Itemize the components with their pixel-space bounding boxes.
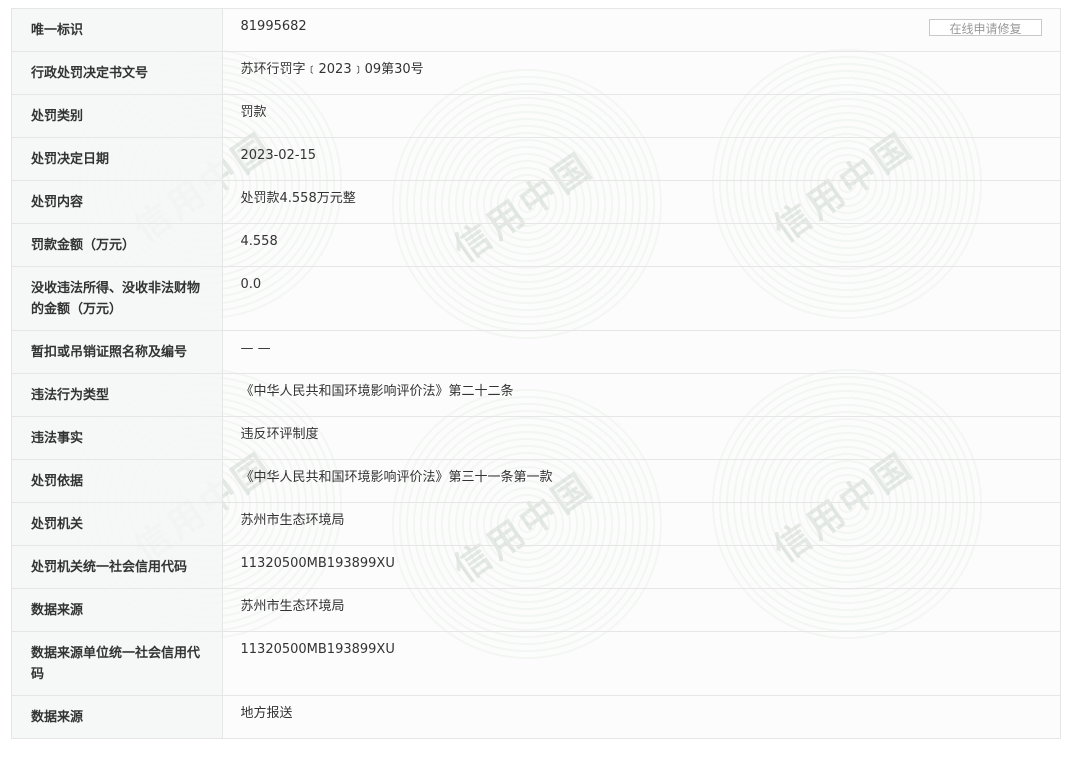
table-row: 处罚机关统一社会信用代码 11320500MB193899XU: [12, 545, 1060, 589]
row-label: 唯一标识: [12, 9, 223, 52]
row-value: — —: [222, 330, 1060, 374]
row-label: 数据来源: [12, 588, 223, 632]
row-label: 违法事实: [12, 416, 223, 460]
row-value: 苏州市生态环境局: [222, 502, 1060, 546]
row-label: 数据来源单位统一社会信用代码: [12, 631, 223, 696]
table-row: 行政处罚决定书文号 苏环行罚字﹝2023﹞09第30号: [12, 51, 1060, 95]
row-value: 4.558: [222, 223, 1060, 267]
row-value: 苏州市生态环境局: [222, 588, 1060, 632]
row-label: 没收违法所得、没收非法财物的金额（万元）: [12, 266, 223, 331]
row-value: 《中华人民共和国环境影响评价法》第二十二条: [222, 373, 1060, 417]
row-value: 11320500MB193899XU: [222, 631, 1060, 696]
row-value: 81995682: [240, 19, 307, 34]
table-row: 处罚内容 处罚款4.558万元整: [12, 180, 1060, 224]
penalty-info-table: 唯一标识 在线申请修复 81995682 行政处罚决定书文号 苏环行罚字﹝202…: [12, 9, 1060, 738]
row-value: 《中华人民共和国环境影响评价法》第三十一条第一款: [222, 459, 1060, 503]
table-row: 唯一标识 在线申请修复 81995682: [12, 9, 1060, 52]
table-row: 违法行为类型 《中华人民共和国环境影响评价法》第二十二条: [12, 373, 1060, 417]
table-row: 违法事实 违反环评制度: [12, 416, 1060, 460]
table-row: 罚款金额（万元） 4.558: [12, 223, 1060, 267]
table-row: 没收违法所得、没收非法财物的金额（万元） 0.0: [12, 266, 1060, 331]
row-value: 2023-02-15: [222, 137, 1060, 181]
row-value: 苏环行罚字﹝2023﹞09第30号: [222, 51, 1060, 95]
row-label: 处罚机关统一社会信用代码: [12, 545, 223, 589]
table-row: 暂扣或吊销证照名称及编号 — —: [12, 330, 1060, 374]
row-value: 11320500MB193899XU: [222, 545, 1060, 589]
table-row: 数据来源 苏州市生态环境局: [12, 588, 1060, 632]
row-label: 处罚决定日期: [12, 137, 223, 181]
row-label: 数据来源: [12, 695, 223, 738]
row-value: 违反环评制度: [222, 416, 1060, 460]
row-label: 处罚机关: [12, 502, 223, 546]
table-row: 处罚决定日期 2023-02-15: [12, 137, 1060, 181]
table-row: 数据来源单位统一社会信用代码 11320500MB193899XU: [12, 631, 1060, 696]
row-value: 0.0: [222, 266, 1060, 331]
row-label: 罚款金额（万元）: [12, 223, 223, 267]
row-label: 暂扣或吊销证照名称及编号: [12, 330, 223, 374]
row-value: 处罚款4.558万元整: [222, 180, 1060, 224]
row-value-cell: 在线申请修复 81995682: [222, 9, 1060, 52]
table-row: 处罚类别 罚款: [12, 94, 1060, 138]
table-row: 处罚依据 《中华人民共和国环境影响评价法》第三十一条第一款: [12, 459, 1060, 503]
row-label: 处罚内容: [12, 180, 223, 224]
row-value: 地方报送: [240, 706, 293, 721]
table-row: 数据来源 地方报送: [12, 695, 1060, 738]
row-label: 违法行为类型: [12, 373, 223, 417]
row-value: 罚款: [222, 94, 1060, 138]
online-repair-button[interactable]: 在线申请修复: [929, 19, 1042, 36]
row-label: 行政处罚决定书文号: [12, 51, 223, 95]
table-row: 处罚机关 苏州市生态环境局: [12, 502, 1060, 546]
row-label: 处罚类别: [12, 94, 223, 138]
penalty-detail-sheet: 信用中国 信用中国 信用中国 信用中国 信用中国 信用中国 唯一标识 在线申请修…: [11, 8, 1061, 739]
row-label: 处罚依据: [12, 459, 223, 503]
